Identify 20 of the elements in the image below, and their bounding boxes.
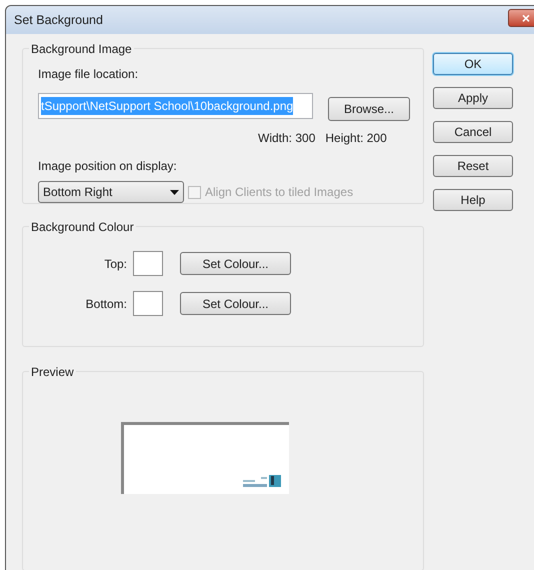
- colour-label: Top:: [103, 256, 128, 272]
- dialog-button[interactable]: Help: [433, 189, 513, 211]
- checkbox-label: Align Clients to tiled Images: [205, 184, 354, 201]
- colour-swatch: [133, 291, 163, 316]
- dropdown-arrow-icon: [170, 190, 179, 194]
- width-text: Width: 300: [258, 130, 316, 147]
- height-text: Height: 200: [325, 130, 387, 147]
- field-label: Image position on display:: [38, 158, 178, 175]
- dialog-button[interactable]: Cancel: [433, 121, 513, 143]
- dialog-button[interactable]: Reset: [433, 155, 513, 177]
- colour-label: Bottom:: [84, 296, 128, 312]
- browse-button[interactable]: Browse...: [328, 97, 410, 121]
- window-title: Set Background: [14, 12, 103, 29]
- position-dropdown[interactable]: Bottom Right: [38, 181, 184, 203]
- field-label: Image file location:: [38, 66, 140, 83]
- dialog-button[interactable]: OK: [433, 53, 513, 75]
- set-colour-button[interactable]: Set Colour...: [180, 292, 291, 315]
- dialog-button[interactable]: Apply: [433, 87, 513, 109]
- colour-swatch: [133, 251, 163, 276]
- set-colour-button[interactable]: Set Colour...: [180, 252, 291, 275]
